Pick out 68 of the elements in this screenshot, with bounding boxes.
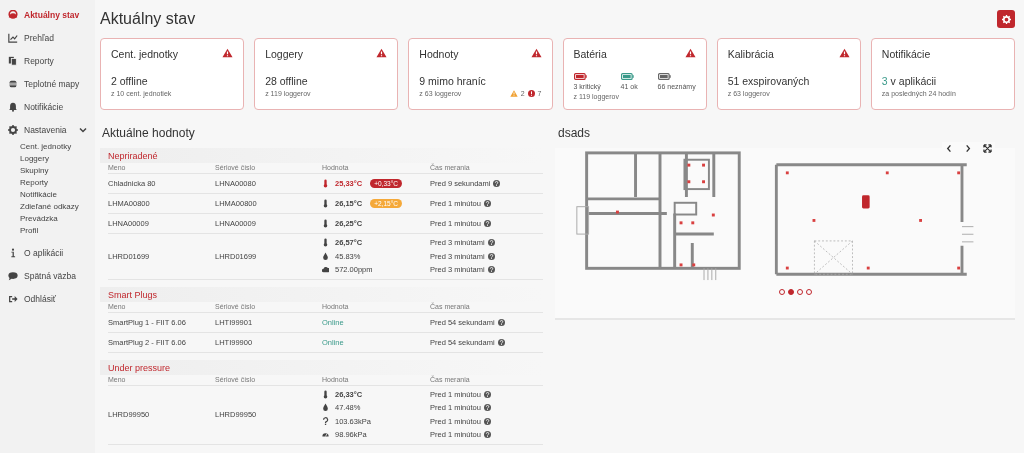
chevron-right-icon [964, 144, 973, 153]
question-circle-icon [487, 266, 495, 274]
submenu-item[interactable]: Cent. jednotky [20, 141, 72, 153]
submenu-item[interactable]: Loggery [20, 153, 49, 165]
bell-icon [8, 101, 18, 112]
card-title: Kalibrácia [727, 48, 774, 60]
card-title: Cent. jednotky [111, 48, 179, 60]
thermometer-icon [322, 219, 329, 228]
question-circle-icon [483, 417, 491, 425]
card-title: Notifikácie [881, 48, 931, 60]
settings-button[interactable] [997, 10, 1015, 28]
droplet-icon [322, 251, 329, 261]
line-chart-icon [8, 32, 18, 43]
submenu-item[interactable]: Zdieľané odkazy [20, 201, 79, 213]
thermometer-icon [322, 179, 329, 188]
sidebar-item[interactable]: Spätná väzba [0, 264, 95, 287]
thermometer-icon [322, 389, 329, 399]
logout-icon [8, 293, 18, 304]
question-circle-icon [497, 318, 505, 326]
sidebar-item[interactable]: Teplotné mapy [0, 72, 95, 95]
documents-icon [8, 55, 18, 66]
card-value: 3 v aplikácii [881, 75, 938, 87]
section-title: Aktuálne hodnoty [102, 126, 196, 140]
warning-icon [509, 90, 518, 97]
gear-icon [1001, 14, 1011, 24]
question-circle-icon [483, 431, 491, 439]
sidebar-item[interactable]: Nastavenia [0, 118, 95, 141]
exclamation-circle-icon [527, 90, 535, 97]
sidebar-item[interactable]: Notifikácie [0, 95, 95, 118]
question-mark-icon [322, 416, 329, 426]
info-icon [8, 247, 18, 258]
question-circle-icon [493, 180, 501, 187]
card-value: 9 mimo hraníc [419, 75, 487, 87]
submenu-item[interactable]: Profil [20, 225, 39, 237]
page-title: Aktuálny stav [100, 10, 196, 28]
submenu-item[interactable]: Notifikácie [20, 189, 57, 201]
submenu-item[interactable]: Reporty [20, 177, 48, 189]
card-title: Loggery [265, 48, 304, 60]
question-circle-icon [487, 252, 495, 260]
question-circle-icon [483, 404, 491, 412]
card-value: 28 offline [265, 75, 309, 87]
sidebar-item[interactable]: Prehľad [0, 26, 95, 49]
chevron-left-icon [945, 144, 954, 153]
sidebar-item[interactable]: Aktuálny stav [0, 3, 95, 26]
panel-title: dsads [558, 126, 592, 140]
gear-icon [8, 124, 18, 135]
sidebar-item[interactable]: Odhlásiť [0, 287, 95, 310]
carousel-dot[interactable] [787, 289, 794, 295]
fullscreen-button[interactable] [980, 142, 995, 155]
thermometer-icon [322, 199, 329, 208]
expand-icon [983, 144, 992, 153]
card-title: Hodnoty [419, 48, 459, 60]
thermometer-icon [322, 238, 329, 248]
question-circle-icon [483, 220, 491, 227]
speech-bubble-icon [8, 270, 18, 281]
sidebar-item[interactable]: O aplikácii [0, 241, 95, 264]
question-circle-icon [483, 200, 491, 207]
question-circle-icon [497, 338, 505, 346]
card-value: 51 exspirovaných [727, 75, 811, 87]
card-value: 2 offline [111, 75, 149, 87]
submenu-item[interactable]: Prevádzka [20, 213, 58, 225]
question-circle-icon [487, 239, 495, 247]
submenu-item[interactable]: Skupiny [20, 165, 49, 177]
sidebar-item[interactable]: Reporty [0, 49, 95, 72]
droplet-icon [322, 403, 329, 413]
question-circle-icon [483, 390, 491, 398]
cloud-icon [322, 265, 329, 275]
card-title: Batéria [573, 48, 607, 60]
